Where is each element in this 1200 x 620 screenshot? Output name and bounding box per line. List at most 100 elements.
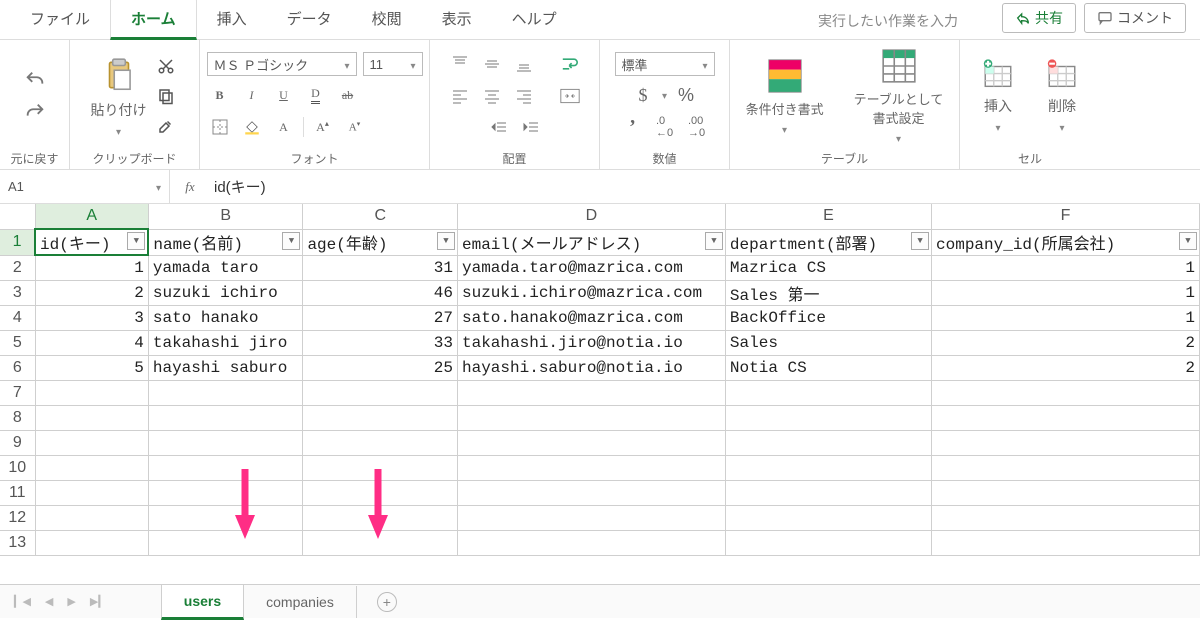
empty-cell[interactable] xyxy=(303,430,458,455)
empty-cell[interactable] xyxy=(725,530,931,555)
number-format-select[interactable]: 標準 xyxy=(615,52,715,76)
filter-button[interactable]: ▼ xyxy=(437,232,455,250)
merge-cells-button[interactable] xyxy=(557,83,583,109)
data-cell[interactable]: sato hanako xyxy=(148,305,303,330)
sheet-nav-last[interactable]: ▶▎ xyxy=(90,595,107,608)
col-header-A[interactable]: A xyxy=(35,204,148,229)
data-cell[interactable]: 31 xyxy=(303,255,458,280)
paste-button[interactable]: 貼り付け xyxy=(91,54,147,138)
empty-cell[interactable] xyxy=(35,480,148,505)
sheet-nav-next[interactable]: ▶ xyxy=(67,595,75,608)
data-cell[interactable]: 33 xyxy=(303,330,458,355)
header-cell[interactable]: age(年齢)▼ xyxy=(303,229,458,255)
empty-cell[interactable] xyxy=(725,380,931,405)
shrink-font-button[interactable]: A▾ xyxy=(342,114,368,140)
underline-button[interactable]: U xyxy=(271,82,297,108)
data-cell[interactable]: 3 xyxy=(35,305,148,330)
empty-cell[interactable] xyxy=(458,505,726,530)
empty-cell[interactable] xyxy=(458,530,726,555)
sheet-tab-companies[interactable]: companies xyxy=(244,586,357,618)
data-cell[interactable]: yamada.taro@mazrica.com xyxy=(458,255,726,280)
tab-review[interactable]: 校閲 xyxy=(352,0,422,39)
data-cell[interactable]: 1 xyxy=(932,280,1200,305)
filter-button[interactable]: ▼ xyxy=(282,232,300,250)
data-cell[interactable]: takahashi jiro xyxy=(148,330,303,355)
align-top-button[interactable] xyxy=(447,51,473,77)
italic-button[interactable]: I xyxy=(239,82,265,108)
empty-cell[interactable] xyxy=(148,480,303,505)
data-cell[interactable]: Notia CS xyxy=(725,355,931,380)
tab-view[interactable]: 表示 xyxy=(422,0,492,39)
align-middle-button[interactable] xyxy=(479,51,505,77)
name-box[interactable]: A1 xyxy=(0,170,170,204)
empty-cell[interactable] xyxy=(35,405,148,430)
empty-cell[interactable] xyxy=(725,480,931,505)
add-sheet-button[interactable]: + xyxy=(377,592,397,612)
data-cell[interactable]: hayashi.saburo@notia.io xyxy=(458,355,726,380)
formula-input[interactable] xyxy=(210,170,1200,203)
empty-cell[interactable] xyxy=(725,430,931,455)
row-header-5[interactable]: 5 xyxy=(0,330,35,355)
col-header-D[interactable]: D xyxy=(458,204,726,229)
row-header-7[interactable]: 7 xyxy=(0,380,35,405)
empty-cell[interactable] xyxy=(932,505,1200,530)
header-cell[interactable]: department(部署)▼ xyxy=(725,229,931,255)
increase-decimal-button[interactable]: .0←0 xyxy=(652,114,678,140)
empty-cell[interactable] xyxy=(932,530,1200,555)
grid-table[interactable]: ABCDEF 1id(キー)▼name(名前)▼age(年齢)▼email(メー… xyxy=(0,204,1200,556)
empty-cell[interactable] xyxy=(725,455,931,480)
data-cell[interactable]: 5 xyxy=(35,355,148,380)
align-left-button[interactable] xyxy=(447,83,473,109)
empty-cell[interactable] xyxy=(725,505,931,530)
empty-cell[interactable] xyxy=(725,405,931,430)
row-header-12[interactable]: 12 xyxy=(0,505,35,530)
data-cell[interactable]: 1 xyxy=(932,305,1200,330)
sheet-nav-first[interactable]: ▎◀ xyxy=(14,595,31,608)
empty-cell[interactable] xyxy=(458,380,726,405)
row-header-4[interactable]: 4 xyxy=(0,305,35,330)
fill-color-button[interactable] xyxy=(239,114,265,140)
data-cell[interactable]: Sales 第一 xyxy=(725,280,931,305)
empty-cell[interactable] xyxy=(35,430,148,455)
empty-cell[interactable] xyxy=(35,505,148,530)
copy-button[interactable] xyxy=(153,83,179,109)
empty-cell[interactable] xyxy=(458,455,726,480)
filter-button[interactable]: ▼ xyxy=(705,232,723,250)
tab-file[interactable]: ファイル xyxy=(10,0,110,39)
data-cell[interactable]: 2 xyxy=(932,330,1200,355)
font-size-select[interactable]: 11 xyxy=(363,52,423,76)
percent-button[interactable]: % xyxy=(673,82,699,108)
data-cell[interactable]: 27 xyxy=(303,305,458,330)
share-button[interactable]: 共有 xyxy=(1002,3,1076,33)
header-cell[interactable]: id(キー)▼ xyxy=(35,229,148,255)
select-all-corner[interactable] xyxy=(0,204,35,229)
tab-data[interactable]: データ xyxy=(267,0,352,39)
conditional-format-button[interactable]: 条件付き書式 xyxy=(746,57,824,136)
data-cell[interactable]: 25 xyxy=(303,355,458,380)
empty-cell[interactable] xyxy=(148,380,303,405)
data-cell[interactable]: 2 xyxy=(35,280,148,305)
empty-cell[interactable] xyxy=(932,405,1200,430)
empty-cell[interactable] xyxy=(932,430,1200,455)
col-header-B[interactable]: B xyxy=(148,204,303,229)
currency-button[interactable]: $ xyxy=(630,82,656,108)
empty-cell[interactable] xyxy=(932,380,1200,405)
header-cell[interactable]: email(メールアドレス)▼ xyxy=(458,229,726,255)
decrease-indent-button[interactable] xyxy=(486,115,512,141)
empty-cell[interactable] xyxy=(148,455,303,480)
data-cell[interactable]: 1 xyxy=(35,255,148,280)
row-header-13[interactable]: 13 xyxy=(0,530,35,555)
header-cell[interactable]: name(名前)▼ xyxy=(148,229,303,255)
cut-button[interactable] xyxy=(153,53,179,79)
row-header-11[interactable]: 11 xyxy=(0,480,35,505)
data-cell[interactable]: 46 xyxy=(303,280,458,305)
empty-cell[interactable] xyxy=(148,530,303,555)
empty-cell[interactable] xyxy=(458,430,726,455)
font-name-select[interactable]: ＭＳ Ｐゴシック xyxy=(207,52,357,76)
row-header-9[interactable]: 9 xyxy=(0,430,35,455)
fx-label[interactable]: fx xyxy=(170,179,210,195)
col-header-E[interactable]: E xyxy=(725,204,931,229)
undo-button[interactable] xyxy=(22,67,48,93)
empty-cell[interactable] xyxy=(148,505,303,530)
format-painter-button[interactable] xyxy=(153,113,179,139)
